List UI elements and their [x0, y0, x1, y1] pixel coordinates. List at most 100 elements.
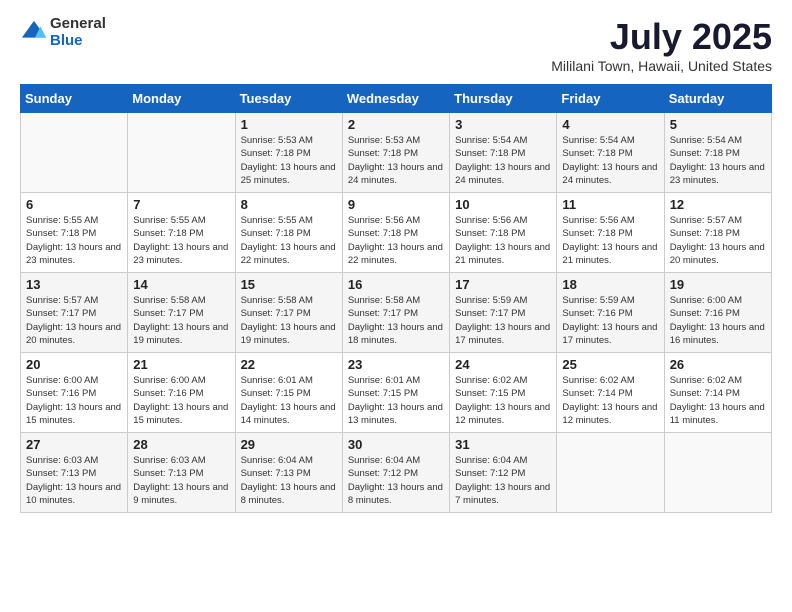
- day-cell: 31 Sunrise: 6:04 AM Sunset: 7:12 PM Dayli…: [450, 433, 557, 513]
- day-cell: 14 Sunrise: 5:58 AM Sunset: 7:17 PM Dayli…: [128, 273, 235, 353]
- day-info: Sunrise: 6:04 AM Sunset: 7:12 PM Dayligh…: [455, 454, 551, 507]
- day-number: 4: [562, 117, 658, 132]
- logo: General Blue: [20, 16, 106, 49]
- day-number: 25: [562, 357, 658, 372]
- day-number: 27: [26, 437, 122, 452]
- logo-text: General Blue: [50, 16, 106, 49]
- day-cell: 21 Sunrise: 6:00 AM Sunset: 7:16 PM Dayli…: [128, 353, 235, 433]
- day-cell: [664, 433, 771, 513]
- day-cell: 20 Sunrise: 6:00 AM Sunset: 7:16 PM Dayli…: [21, 353, 128, 433]
- day-number: 5: [670, 117, 766, 132]
- day-info: Sunrise: 6:02 AM Sunset: 7:15 PM Dayligh…: [455, 374, 551, 427]
- logo-blue-text: Blue: [50, 33, 106, 50]
- day-cell: [21, 113, 128, 193]
- day-number: 24: [455, 357, 551, 372]
- day-cell: [557, 433, 664, 513]
- day-info: Sunrise: 5:56 AM Sunset: 7:18 PM Dayligh…: [562, 214, 658, 267]
- day-info: Sunrise: 5:58 AM Sunset: 7:17 PM Dayligh…: [133, 294, 229, 347]
- day-number: 17: [455, 277, 551, 292]
- day-number: 30: [348, 437, 444, 452]
- page-header: General Blue July 2025 Mililani Town, Ha…: [20, 16, 772, 74]
- day-info: Sunrise: 6:00 AM Sunset: 7:16 PM Dayligh…: [670, 294, 766, 347]
- day-number: 28: [133, 437, 229, 452]
- day-info: Sunrise: 5:58 AM Sunset: 7:17 PM Dayligh…: [241, 294, 337, 347]
- day-info: Sunrise: 5:54 AM Sunset: 7:18 PM Dayligh…: [670, 134, 766, 187]
- day-info: Sunrise: 5:58 AM Sunset: 7:17 PM Dayligh…: [348, 294, 444, 347]
- day-number: 29: [241, 437, 337, 452]
- day-cell: 9 Sunrise: 5:56 AM Sunset: 7:18 PM Daylig…: [342, 193, 449, 273]
- day-number: 6: [26, 197, 122, 212]
- day-number: 21: [133, 357, 229, 372]
- day-info: Sunrise: 6:04 AM Sunset: 7:12 PM Dayligh…: [348, 454, 444, 507]
- day-number: 3: [455, 117, 551, 132]
- week-row-2: 6 Sunrise: 5:55 AM Sunset: 7:18 PM Daylig…: [21, 193, 772, 273]
- header-cell-thursday: Thursday: [450, 85, 557, 113]
- month-title: July 2025: [551, 16, 772, 58]
- day-number: 11: [562, 197, 658, 212]
- day-number: 1: [241, 117, 337, 132]
- location-title: Mililani Town, Hawaii, United States: [551, 58, 772, 74]
- header-cell-tuesday: Tuesday: [235, 85, 342, 113]
- day-number: 14: [133, 277, 229, 292]
- day-number: 2: [348, 117, 444, 132]
- day-info: Sunrise: 6:04 AM Sunset: 7:13 PM Dayligh…: [241, 454, 337, 507]
- header-cell-saturday: Saturday: [664, 85, 771, 113]
- day-info: Sunrise: 5:57 AM Sunset: 7:17 PM Dayligh…: [26, 294, 122, 347]
- day-info: Sunrise: 6:02 AM Sunset: 7:14 PM Dayligh…: [670, 374, 766, 427]
- day-info: Sunrise: 5:57 AM Sunset: 7:18 PM Dayligh…: [670, 214, 766, 267]
- week-row-1: 1 Sunrise: 5:53 AM Sunset: 7:18 PM Daylig…: [21, 113, 772, 193]
- day-cell: 13 Sunrise: 5:57 AM Sunset: 7:17 PM Dayli…: [21, 273, 128, 353]
- day-cell: 22 Sunrise: 6:01 AM Sunset: 7:15 PM Dayli…: [235, 353, 342, 433]
- day-cell: 10Sunrise: 5:56 AM Sunset: 7:18 PM Dayli…: [450, 193, 557, 273]
- week-row-4: 20 Sunrise: 6:00 AM Sunset: 7:16 PM Dayli…: [21, 353, 772, 433]
- day-number: 10: [455, 197, 551, 212]
- day-number: 9: [348, 197, 444, 212]
- title-area: July 2025 Mililani Town, Hawaii, United …: [551, 16, 772, 74]
- day-cell: 12 Sunrise: 5:57 AM Sunset: 7:18 PM Dayli…: [664, 193, 771, 273]
- day-cell: 8Sunrise: 5:55 AM Sunset: 7:18 PM Daylig…: [235, 193, 342, 273]
- day-number: 16: [348, 277, 444, 292]
- day-info: Sunrise: 6:02 AM Sunset: 7:14 PM Dayligh…: [562, 374, 658, 427]
- day-info: Sunrise: 6:03 AM Sunset: 7:13 PM Dayligh…: [26, 454, 122, 507]
- day-cell: 28 Sunrise: 6:03 AM Sunset: 7:13 PM Dayli…: [128, 433, 235, 513]
- day-info: Sunrise: 6:00 AM Sunset: 7:16 PM Dayligh…: [26, 374, 122, 427]
- day-cell: 26Sunrise: 6:02 AM Sunset: 7:14 PM Dayli…: [664, 353, 771, 433]
- day-cell: 4Sunrise: 5:54 AM Sunset: 7:18 PM Daylig…: [557, 113, 664, 193]
- week-row-3: 13 Sunrise: 5:57 AM Sunset: 7:17 PM Dayli…: [21, 273, 772, 353]
- day-info: Sunrise: 5:55 AM Sunset: 7:18 PM Dayligh…: [26, 214, 122, 267]
- day-info: Sunrise: 5:59 AM Sunset: 7:17 PM Dayligh…: [455, 294, 551, 347]
- day-number: 20: [26, 357, 122, 372]
- day-number: 15: [241, 277, 337, 292]
- day-number: 12: [670, 197, 766, 212]
- day-number: 31: [455, 437, 551, 452]
- day-number: 13: [26, 277, 122, 292]
- day-info: Sunrise: 5:56 AM Sunset: 7:18 PM Dayligh…: [348, 214, 444, 267]
- calendar-body: 1 Sunrise: 5:53 AM Sunset: 7:18 PM Daylig…: [21, 113, 772, 513]
- day-info: Sunrise: 5:55 AM Sunset: 7:18 PM Dayligh…: [241, 214, 337, 267]
- day-cell: 1Sunrise: 5:53 AM Sunset: 7:18 PM Daylig…: [235, 113, 342, 193]
- day-info: Sunrise: 5:53 AM Sunset: 7:18 PM Dayligh…: [348, 134, 444, 187]
- day-cell: 16 Sunrise: 5:58 AM Sunset: 7:17 PM Dayli…: [342, 273, 449, 353]
- day-info: Sunrise: 6:03 AM Sunset: 7:13 PM Dayligh…: [133, 454, 229, 507]
- day-number: 22: [241, 357, 337, 372]
- logo-general-text: General: [50, 16, 106, 33]
- header-row: SundayMondayTuesdayWednesdayThursdayFrid…: [21, 85, 772, 113]
- day-cell: 25 Sunrise: 6:02 AM Sunset: 7:14 PM Dayli…: [557, 353, 664, 433]
- header-cell-friday: Friday: [557, 85, 664, 113]
- day-cell: 17 Sunrise: 5:59 AM Sunset: 7:17 PM Dayli…: [450, 273, 557, 353]
- day-info: Sunrise: 6:01 AM Sunset: 7:15 PM Dayligh…: [241, 374, 337, 427]
- day-cell: 23Sunrise: 6:01 AM Sunset: 7:15 PM Dayli…: [342, 353, 449, 433]
- day-number: 18: [562, 277, 658, 292]
- day-cell: [128, 113, 235, 193]
- day-info: Sunrise: 5:55 AM Sunset: 7:18 PM Dayligh…: [133, 214, 229, 267]
- day-cell: 15 Sunrise: 5:58 AM Sunset: 7:17 PM Dayli…: [235, 273, 342, 353]
- day-number: 19: [670, 277, 766, 292]
- day-number: 7: [133, 197, 229, 212]
- day-info: Sunrise: 6:01 AM Sunset: 7:15 PM Dayligh…: [348, 374, 444, 427]
- header-cell-monday: Monday: [128, 85, 235, 113]
- day-info: Sunrise: 6:00 AM Sunset: 7:16 PM Dayligh…: [133, 374, 229, 427]
- day-cell: 6 Sunrise: 5:55 AM Sunset: 7:18 PM Daylig…: [21, 193, 128, 273]
- day-cell: 2 Sunrise: 5:53 AM Sunset: 7:18 PM Daylig…: [342, 113, 449, 193]
- day-cell: 27 Sunrise: 6:03 AM Sunset: 7:13 PM Dayli…: [21, 433, 128, 513]
- day-info: Sunrise: 5:54 AM Sunset: 7:18 PM Dayligh…: [455, 134, 551, 187]
